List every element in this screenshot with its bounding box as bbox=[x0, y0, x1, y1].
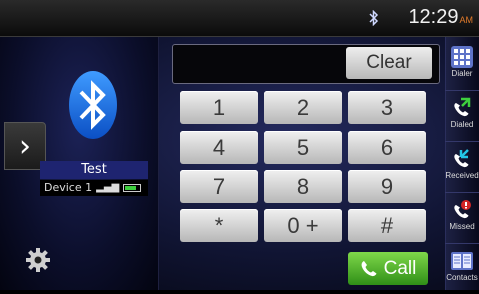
signal-strength-icon: ▂▄▆ bbox=[96, 182, 120, 193]
dialed-phone-icon bbox=[454, 97, 471, 117]
missed-phone-icon bbox=[454, 200, 471, 219]
device-label: Device 1 bbox=[44, 181, 93, 194]
status-bar: 12:29AM bbox=[0, 0, 479, 37]
sidebar-item-label: Received bbox=[445, 171, 479, 180]
clock: 12:29AM bbox=[408, 6, 473, 29]
key-2[interactable]: 2 bbox=[264, 91, 342, 124]
device-status-row: Device 1 ▂▄▆ bbox=[40, 180, 148, 196]
received-phone-icon bbox=[454, 149, 469, 168]
sidebar-item-missed[interactable]: Missed bbox=[445, 193, 479, 243]
bluetooth-logo-icon bbox=[69, 71, 117, 139]
sidebar-item-received[interactable]: Received bbox=[445, 142, 479, 192]
key-7[interactable]: 7 bbox=[180, 170, 258, 203]
contacts-book-icon bbox=[451, 252, 473, 270]
phone-icon bbox=[361, 260, 377, 276]
key-4[interactable]: 4 bbox=[180, 131, 258, 164]
gear-icon[interactable] bbox=[25, 247, 51, 273]
key-9[interactable]: 9 bbox=[348, 170, 426, 203]
sidebar-item-label: Missed bbox=[449, 222, 475, 231]
clock-ampm: AM bbox=[459, 15, 474, 25]
bluetooth-status-icon bbox=[369, 10, 379, 26]
sidebar-item-label: Contacts bbox=[446, 273, 478, 282]
battery-icon bbox=[123, 184, 142, 192]
sidebar-item-contacts[interactable]: Contacts bbox=[445, 244, 479, 294]
key-5[interactable]: 5 bbox=[264, 131, 342, 164]
chevron-right-icon: › bbox=[19, 128, 31, 164]
sidebar-item-label: Dialed bbox=[450, 120, 474, 129]
sidebar-item-label: Dialer bbox=[451, 69, 473, 78]
clear-button[interactable]: Clear bbox=[346, 47, 432, 79]
call-label: Call bbox=[383, 257, 417, 279]
key-1[interactable]: 1 bbox=[180, 91, 258, 124]
key-3[interactable]: 3 bbox=[348, 91, 426, 124]
key-0-plus[interactable]: 0 + bbox=[264, 209, 342, 242]
device-name: Test bbox=[40, 161, 148, 179]
dialpad-icon bbox=[451, 46, 473, 68]
call-button[interactable]: Call bbox=[348, 252, 428, 285]
sidebar-item-dialed[interactable]: Dialed bbox=[445, 91, 479, 141]
key-hash[interactable]: # bbox=[348, 209, 426, 242]
key-6[interactable]: 6 bbox=[348, 131, 426, 164]
key-8[interactable]: 8 bbox=[264, 170, 342, 203]
sidebar-item-dialer[interactable]: Dialer bbox=[445, 40, 479, 90]
key-star[interactable]: * bbox=[180, 209, 258, 242]
clock-time: 12:29 bbox=[408, 6, 459, 28]
